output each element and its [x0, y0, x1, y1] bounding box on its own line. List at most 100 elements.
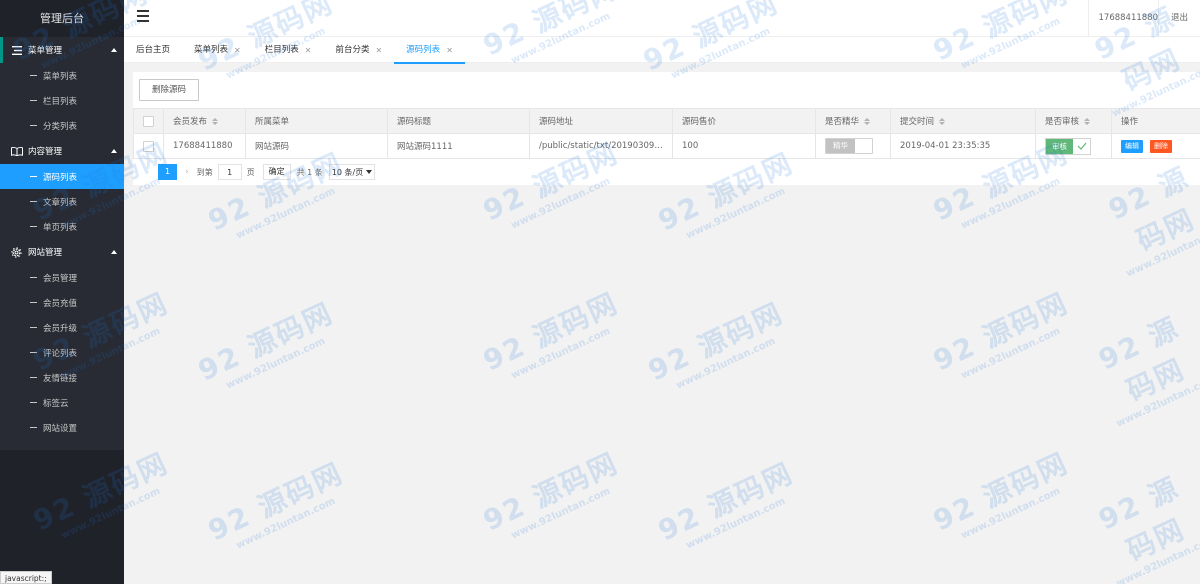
edit-button[interactable]: 编辑: [1121, 139, 1143, 153]
tab-front-category[interactable]: 前台分类 ✕: [323, 37, 394, 63]
page-size-select[interactable]: 10 条/页: [328, 164, 376, 180]
close-icon[interactable]: ✕: [375, 38, 382, 63]
tab-source-list[interactable]: 源码列表 ✕: [394, 37, 465, 64]
sidebar-item-column-list[interactable]: 栏目列表: [0, 88, 124, 113]
row-select-cell[interactable]: [133, 133, 164, 159]
sidebar-menu: 管理后台 菜单管理 菜单列表 栏目列表 分类列表 内容管理 源码列表 文章列表 …: [0, 0, 124, 450]
sidebar-item-article-list[interactable]: 文章列表: [0, 189, 124, 214]
audit-label: 审核: [1046, 138, 1073, 154]
sidebar-item-source-list[interactable]: 源码列表: [0, 164, 124, 189]
book-icon: [10, 146, 23, 156]
chevron-up-icon: [111, 149, 117, 153]
sidebar-item-recharge[interactable]: 会员充值: [0, 290, 124, 315]
sidebar-item-links[interactable]: 友情链接: [0, 365, 124, 390]
col-url: 源码地址: [529, 108, 673, 134]
sidebar-item-label: 标签云: [43, 398, 69, 409]
column-header-label: 是否精华: [825, 117, 860, 127]
sidebar-item-members[interactable]: 会员管理: [0, 265, 124, 290]
select-all-checkbox[interactable]: [143, 115, 154, 127]
sort-icon[interactable]: [1084, 118, 1091, 125]
cell-url: /public/static/txt/20190309/06...: [529, 133, 673, 159]
sidebar-item-upgrade[interactable]: 会员升级: [0, 315, 124, 340]
sidebar-group-site[interactable]: 网站管理: [0, 239, 124, 265]
switch-label: 精华: [826, 139, 855, 153]
tab-label: 栏目列表: [264, 44, 299, 55]
cell-price: 100: [672, 133, 816, 159]
pagination: 1 › 到第 页 确定 共 1 条 10 条/页: [133, 159, 1200, 185]
sidebar-item-menu-list[interactable]: 菜单列表: [0, 63, 124, 88]
cell-audit: 审核: [1035, 133, 1112, 159]
col-featured[interactable]: 是否精华: [815, 108, 891, 134]
column-header-label: 操作: [1121, 117, 1139, 127]
dash-icon: [30, 75, 37, 76]
watermark: 92 源码网www.92luntan.com: [928, 286, 1074, 382]
sort-icon[interactable]: [939, 118, 946, 125]
sidebar-group-menu[interactable]: 菜单管理: [0, 37, 124, 63]
dash-icon: [30, 176, 37, 177]
column-header-label: 会员发布: [173, 117, 208, 127]
sidebar-item-label: 源码列表: [43, 172, 78, 183]
close-icon[interactable]: ✕: [234, 38, 241, 63]
user-name[interactable]: 17688411880: [1087, 0, 1158, 37]
sidebar: 管理后台 菜单管理 菜单列表 栏目列表 分类列表 内容管理 源码列表 文章列表 …: [0, 0, 124, 584]
col-time[interactable]: 提交时间: [890, 108, 1036, 134]
app-logo-title: 管理后台: [0, 0, 124, 37]
watermark: 92 源码网www.92luntan.com: [478, 286, 624, 382]
sort-icon[interactable]: [864, 118, 871, 125]
sidebar-item-label: 单页列表: [43, 222, 78, 233]
col-actions: 操作: [1111, 108, 1200, 134]
select-all-cell[interactable]: [133, 108, 164, 134]
watermark: 92 源码网www.92luntan.com: [643, 296, 789, 392]
column-header-label: 源码标题: [397, 117, 432, 127]
goto-page-input[interactable]: [217, 164, 242, 180]
sidebar-item-label: 会员管理: [43, 273, 78, 284]
close-icon[interactable]: ✕: [446, 38, 453, 63]
sort-icon[interactable]: [212, 118, 219, 125]
logout-button[interactable]: 退出: [1158, 0, 1200, 37]
dash-icon: [30, 100, 37, 101]
tab-home[interactable]: 后台主页: [124, 37, 182, 63]
sidebar-item-label: 会员充值: [43, 298, 78, 309]
column-header-label: 所属菜单: [255, 117, 290, 127]
goto-prefix: 到第: [196, 167, 213, 177]
chevron-up-icon: [111, 250, 117, 254]
hamburger-menu-icon[interactable]: [137, 10, 149, 22]
sidebar-item-label: 文章列表: [43, 197, 78, 208]
close-icon[interactable]: ✕: [305, 38, 312, 63]
menu-lines-icon: [10, 45, 23, 55]
sidebar-item-tags[interactable]: 标签云: [0, 390, 124, 415]
delete-source-button[interactable]: 删除源码: [139, 79, 200, 101]
gear-icon: [10, 246, 23, 258]
dash-icon: [30, 427, 37, 428]
browser-status-bar: javascript:;: [0, 571, 52, 584]
sidebar-item-label: 会员升级: [43, 323, 78, 334]
featured-switch[interactable]: 精华: [825, 138, 873, 154]
watermark: 92 源码网www.92luntan.com: [653, 456, 799, 552]
tab-column-list[interactable]: 栏目列表 ✕: [253, 37, 324, 63]
col-audit[interactable]: 是否审核: [1035, 108, 1112, 134]
total-count: 共 1 条: [296, 167, 323, 177]
row-checkbox[interactable]: [143, 140, 154, 152]
goto-confirm-button[interactable]: 确定: [262, 164, 291, 180]
sidebar-item-comments[interactable]: 评论列表: [0, 340, 124, 365]
sidebar-group-content[interactable]: 内容管理: [0, 138, 124, 164]
delete-button[interactable]: 删除: [1150, 139, 1172, 153]
sidebar-item-category-list[interactable]: 分类列表: [0, 113, 124, 138]
source-table: 会员发布 所属菜单 源码标题 源码地址 源码售价 是否精华 提交时间 是否审核 …: [133, 108, 1200, 159]
chevron-right-icon[interactable]: ›: [185, 167, 189, 177]
page-number-current[interactable]: 1: [158, 164, 177, 180]
tab-label: 源码列表: [406, 44, 441, 55]
sidebar-item-settings[interactable]: 网站设置: [0, 415, 124, 440]
tab-label: 菜单列表: [194, 44, 229, 55]
audit-checkbox[interactable]: 审核: [1045, 137, 1091, 155]
tab-label: 前台分类: [335, 44, 370, 55]
sidebar-item-label: 评论列表: [43, 348, 78, 359]
tab-label: 后台主页: [136, 44, 171, 55]
dash-icon: [30, 226, 37, 227]
tab-menu-list[interactable]: 菜单列表 ✕: [182, 37, 253, 63]
cell-featured: 精华: [815, 133, 891, 159]
sidebar-item-label: 友情链接: [43, 373, 78, 384]
sidebar-item-page-list[interactable]: 单页列表: [0, 214, 124, 239]
col-member[interactable]: 会员发布: [163, 108, 246, 134]
dash-icon: [30, 377, 37, 378]
